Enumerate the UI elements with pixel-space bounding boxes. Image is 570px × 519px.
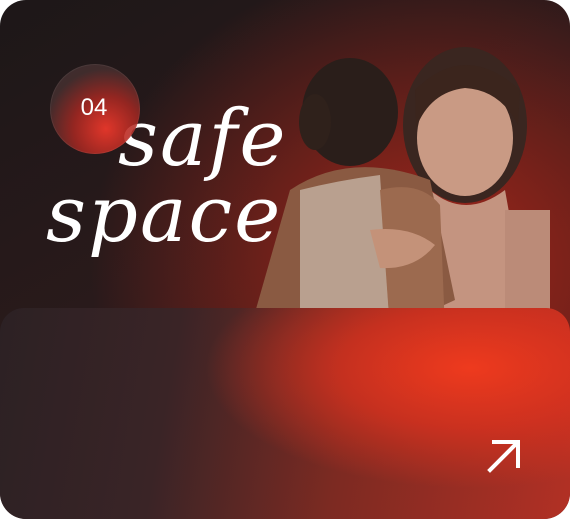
title-word-space: space bbox=[46, 170, 283, 260]
open-link-button[interactable] bbox=[476, 428, 532, 484]
feature-card[interactable]: safe space 04 bbox=[0, 0, 570, 519]
step-number-badge: 04 bbox=[50, 64, 140, 154]
title-word-safe: safe bbox=[118, 94, 288, 184]
step-number: 04 bbox=[80, 94, 108, 121]
arrow-up-right-icon bbox=[487, 440, 520, 473]
bottom-panel bbox=[0, 308, 570, 519]
